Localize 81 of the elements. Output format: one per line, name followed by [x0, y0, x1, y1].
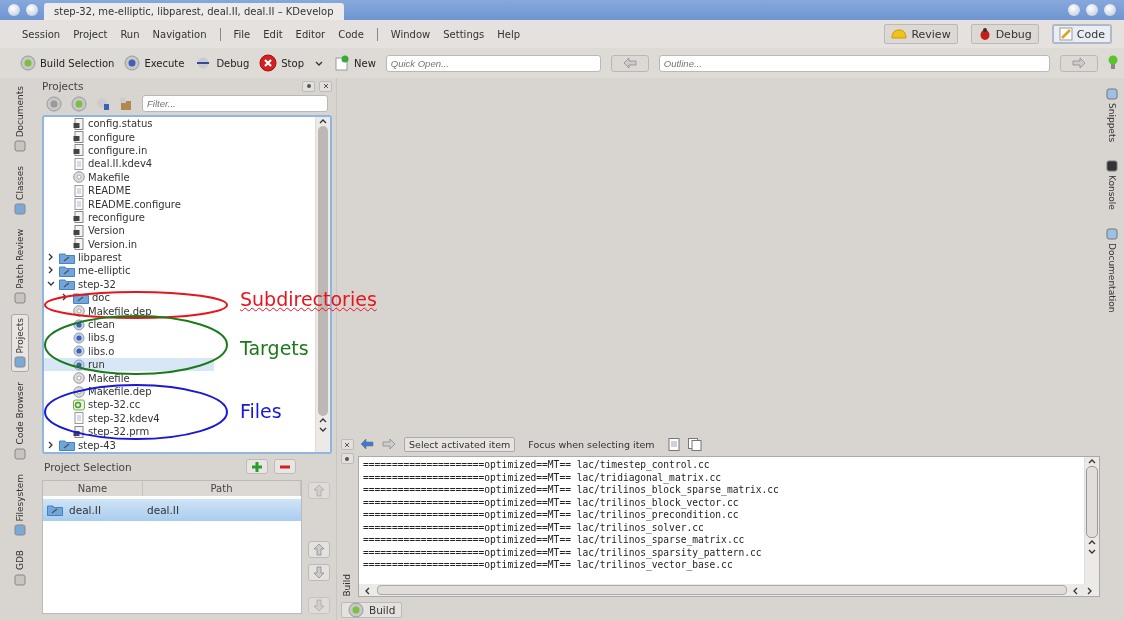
- log-line: =====================optimized==MT== lac/trilinos_sparsity_pattern.cc: [363, 546, 763, 559]
- toggle-button[interactable]: Select activated item: [404, 436, 516, 452]
- side-tab[interactable]: GDB: [11, 546, 29, 590]
- side-tab[interactable]: Documents: [11, 82, 29, 157]
- log-line: =====================optimized==MT== lac/trilinos_solver.cc: [363, 521, 705, 534]
- tree-item[interactable]: README.configure: [44, 197, 185, 211]
- toggle-button[interactable]: Focus when selecting item: [523, 436, 660, 452]
- outline-field[interactable]: Outline...: [658, 54, 1050, 72]
- tree-item[interactable]: libs.g: [44, 331, 119, 345]
- table-row[interactable]: deal.II deal.II: [43, 499, 301, 521]
- tree-item[interactable]: step-32.kdev4: [44, 411, 164, 425]
- table-cell: deal.II: [147, 504, 179, 516]
- menu-item[interactable]: Settings: [443, 28, 485, 40]
- tree-item[interactable]: reconfigure: [44, 210, 150, 225]
- menu-item[interactable]: Help: [497, 28, 521, 40]
- table-cell: deal.II: [69, 504, 101, 516]
- side-tab[interactable]: Konsole: [1103, 156, 1121, 214]
- tree-item[interactable]: step-32: [44, 277, 120, 292]
- menu-item[interactable]: Edit: [263, 28, 283, 40]
- tree-item[interactable]: config.status: [44, 117, 157, 131]
- new-button[interactable]: New: [334, 55, 376, 71]
- tree-item[interactable]: libs.o: [44, 344, 119, 359]
- tree-item[interactable]: doc: [44, 291, 114, 305]
- window-title: step-32, me-elliptic, libparest, deal.II, deal.II – KDevelop: [44, 3, 344, 20]
- tree-item[interactable]: configure.in: [44, 143, 152, 158]
- log-line: =====================optimized==MT== lac/tridiagonal_matrix.cc: [363, 471, 723, 484]
- column-header[interactable]: Name: [43, 481, 143, 496]
- column-header[interactable]: Path: [143, 481, 301, 496]
- side-tab[interactable]: Snippets: [1103, 84, 1121, 147]
- menu-item[interactable]: Navigation: [152, 28, 207, 40]
- perspective-tab[interactable]: Debug: [970, 24, 1039, 44]
- side-tab[interactable]: Code Browser: [11, 378, 29, 464]
- tree-item[interactable]: README: [44, 183, 135, 198]
- tree-item[interactable]: Version: [44, 224, 129, 238]
- tree-item[interactable]: Version.in: [44, 237, 142, 251]
- side-tab[interactable]: Classes: [11, 162, 29, 220]
- toolbar-button[interactable]: Debug: [194, 57, 250, 69]
- tree-item[interactable]: configure: [44, 130, 139, 144]
- tree-item[interactable]: Makefile: [44, 170, 134, 184]
- menu-item[interactable]: Window: [390, 28, 431, 40]
- tree-item[interactable]: step-32.cc: [44, 398, 145, 412]
- side-tab[interactable]: Filesystem: [11, 469, 29, 541]
- tree-item[interactable]: me-elliptic: [44, 264, 135, 278]
- tree-item[interactable]: step-43: [44, 438, 120, 452]
- tree-item[interactable]: deal.II.kdev4: [44, 157, 157, 171]
- toolbar-button[interactable]: Build Selection: [20, 55, 115, 71]
- menu-item[interactable]: Code: [338, 28, 364, 40]
- menu-item[interactable]: Run: [120, 28, 140, 40]
- log-line: =====================optimized==MT== lac/trilinos_sparse_matrix.cc: [363, 534, 746, 547]
- toolbar-button[interactable]: Execute: [124, 55, 185, 71]
- menu-item[interactable]: Editor: [295, 28, 326, 40]
- log-line: =====================optimized==MT== lac/trilinos_vector_base.cc: [363, 559, 734, 572]
- section-title: Project Selection: [44, 460, 133, 473]
- log-line: =====================optimized==MT== lac/trilinos_block_sparse_matrix.cc: [363, 484, 780, 497]
- annotation-label: Files: [240, 400, 282, 422]
- tree-item[interactable]: run: [44, 358, 214, 372]
- tree-item[interactable]: libparest: [44, 250, 126, 265]
- tree-item[interactable]: Makefile: [44, 371, 134, 385]
- side-tab[interactable]: Projects: [11, 313, 29, 373]
- panel-title: Build: [342, 574, 352, 597]
- tree-item[interactable]: clean: [44, 317, 119, 332]
- annotation-label: Targets: [240, 337, 309, 359]
- menu-item[interactable]: File: [233, 28, 251, 40]
- log-line: =====================optimized==MT== lac/timestep_control.cc: [363, 459, 711, 472]
- menu-item[interactable]: Project: [73, 28, 108, 40]
- log-line: =====================optimized==MT== lac/trilinos_block_vector.cc: [363, 496, 740, 509]
- quick-open-field[interactable]: Quick Open...: [385, 54, 601, 72]
- perspective-tab[interactable]: Review: [884, 24, 958, 44]
- filter-field[interactable]: Filter...: [142, 95, 328, 112]
- side-tab[interactable]: Documentation: [1103, 224, 1121, 317]
- log-line: =====================optimized==MT== lac/trilinos_precondition.cc: [363, 509, 740, 522]
- tree-item[interactable]: Makefile.dep: [44, 384, 156, 399]
- menu-item[interactable]: Session: [22, 28, 61, 40]
- bottom-tab[interactable]: Build: [341, 602, 403, 618]
- tree-item[interactable]: Makefile.dep: [44, 304, 156, 318]
- perspective-tab[interactable]: Code: [1051, 24, 1112, 44]
- tree-item[interactable]: step-32.prm: [44, 425, 154, 439]
- annotation-label: Subdirectories: [240, 288, 377, 310]
- panel-title: Projects: [42, 80, 85, 92]
- toolbar-button[interactable]: Stop: [259, 54, 304, 72]
- side-tab[interactable]: Patch Review: [11, 225, 29, 308]
